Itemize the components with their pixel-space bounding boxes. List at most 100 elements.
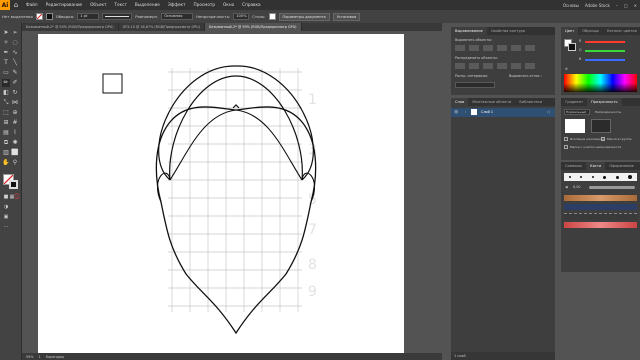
menu-file[interactable]: Файл [22,0,42,10]
screen-mode-icon[interactable]: ▣ [2,213,10,221]
tab-transparency[interactable]: Прозрачность [587,98,622,106]
eye-icon[interactable]: 👁 [454,110,458,114]
menu-select[interactable]: Выделение [131,0,164,10]
perspective-grid-icon[interactable]: ⊞ [2,119,10,127]
scale-tool-icon[interactable]: ⤡ [2,99,10,107]
menu-effect[interactable]: Эффект [164,0,190,10]
mask-thumbnail[interactable] [591,119,611,133]
close-icon[interactable]: ✕ [631,3,640,8]
brush-pattern-2[interactable] [564,213,637,220]
tab-symbols[interactable]: Символы [561,162,586,170]
menu-window[interactable]: Окно [219,0,238,10]
fill-swatch[interactable] [35,13,43,20]
free-transform-icon[interactable]: ⬚ [2,109,10,117]
align-left-icon[interactable] [455,45,465,51]
stock-search[interactable]: Adobe Stock [582,3,613,8]
pen-tool-icon[interactable]: ✒ [2,49,10,57]
stroke-weight-field[interactable]: 1 pt [77,13,100,20]
document-setup-button[interactable]: Параметры документа [278,12,330,21]
edit-toolbar-icon[interactable]: ⋯ [2,223,10,231]
menu-object[interactable]: Объект [86,0,110,10]
brush-select[interactable]: Основная [161,13,194,20]
blend-tool-icon[interactable]: ⧉ [2,139,10,147]
tab-swatches[interactable]: Образцы [578,27,603,35]
channel-g-slider[interactable] [585,50,625,52]
brush-dots-row[interactable] [564,173,637,181]
type-tool-icon[interactable]: T [2,59,10,67]
paintbrush-tool-icon[interactable]: ✎ [11,69,19,77]
align-right-icon[interactable] [483,45,493,51]
layer-row[interactable]: 👁 › Слой 1 ○ [451,108,555,117]
menu-view[interactable]: Просмотр [190,0,220,10]
preferences-button[interactable]: Установки [332,12,361,21]
brush-stroke-sample[interactable] [589,186,635,189]
magic-wand-icon[interactable]: ✧ [2,39,10,47]
shaper-tool-icon[interactable]: ✐ [11,79,19,87]
tab-color[interactable]: Цвет [561,27,579,35]
artboard[interactable]: 13 57 89 [38,34,404,354]
symbol-sprayer-icon[interactable]: ✺ [11,139,19,147]
direct-selection-tool-icon[interactable]: ➢ [11,29,19,37]
rectangle-tool-icon[interactable]: ▭ [2,69,10,77]
tab-color-guide[interactable]: Каталог цветов [603,27,640,35]
line-tool-icon[interactable]: ╲ [11,59,19,67]
opacity-field[interactable]: 100% [233,13,250,20]
isolate-blending-checkbox[interactable] [564,137,568,141]
tab-document-1[interactable]: Безымянный-2* @ 50% (RGB/Предпросмотр GP… [22,23,119,31]
channel-r-slider[interactable] [585,41,625,43]
column-graph-icon[interactable]: ▥ [2,149,10,157]
tab-appearance[interactable]: Оформление [605,162,638,170]
maximize-icon[interactable]: □ [621,3,631,8]
distribute-left-icon[interactable] [497,63,507,69]
zoom-level[interactable]: 59% [26,355,34,359]
tab-document-2[interactable]: GFX-10 @ 16,67% (RGB/Предпросмотр GPU) [119,23,205,31]
artboard-nav[interactable]: 1 [39,355,41,359]
stroke-profile-select[interactable] [102,13,133,20]
tab-align[interactable]: Выравнивание [451,27,487,35]
eraser-tool-icon[interactable]: ◧ [2,89,10,97]
align-top-icon[interactable] [497,45,507,51]
style-swatch[interactable] [268,13,276,20]
align-bottom-icon[interactable] [525,45,535,51]
menu-help[interactable]: Справка [238,0,264,10]
align-vcenter-icon[interactable] [511,45,521,51]
lasso-tool-icon[interactable]: ◌ [11,39,19,47]
distribute-bottom-icon[interactable] [483,63,493,69]
stroke-swatch[interactable] [45,13,53,20]
distribute-hcenter-icon[interactable] [511,63,521,69]
layer-name[interactable]: Слой 1 [481,110,493,114]
shape-builder-icon[interactable]: ⊕ [11,109,19,117]
tab-gradient[interactable]: Градиент [561,98,587,106]
curvature-tool-icon[interactable]: ∿ [11,49,19,57]
opacity-mask-checkbox[interactable] [564,145,568,149]
pencil-tool-icon[interactable]: ✏ [2,79,10,87]
selection-tool-icon[interactable]: ➤ [2,29,10,37]
draw-mode-icon[interactable]: ◑ [2,203,10,211]
hand-tool-icon[interactable]: ✋ [2,159,10,167]
tab-libraries[interactable]: Библиотеки [515,98,546,106]
brush-art-1[interactable] [564,195,637,201]
eyedropper-tool-icon[interactable]: ⌇ [11,129,19,137]
menu-type[interactable]: Текст [111,0,131,10]
tab-layers[interactable]: Слои [451,98,469,106]
align-hcenter-icon[interactable] [469,45,479,51]
workspace-switcher[interactable]: Основы [560,3,582,8]
distribute-vcenter-icon[interactable] [469,63,479,69]
tab-path-props[interactable]: Свойства контура [487,27,529,35]
knockout-group-checkbox[interactable] [601,137,605,141]
tab-document-active[interactable]: Безымянный-2* @ 59% (RGB/Предпросмотр GP… [204,23,302,31]
color-spectrum[interactable] [564,74,637,92]
channel-b-slider[interactable] [585,59,625,61]
tab-artboards[interactable]: Монтажные области [468,98,515,106]
mesh-tool-icon[interactable]: # [11,119,19,127]
expand-icon[interactable]: › [465,110,466,114]
brush-art-2[interactable] [564,222,637,228]
gradient-tool-icon[interactable]: ▤ [2,129,10,137]
tab-brushes[interactable]: Кисти [586,162,606,170]
width-tool-icon[interactable]: ⋈ [11,99,19,107]
spacing-field[interactable] [455,82,495,88]
artboard-tool-icon[interactable]: ⬜ [11,149,19,157]
stroke-color-box[interactable] [9,180,18,189]
minimize-icon[interactable]: – [613,3,621,8]
home-icon[interactable]: ⌂ [10,1,22,9]
